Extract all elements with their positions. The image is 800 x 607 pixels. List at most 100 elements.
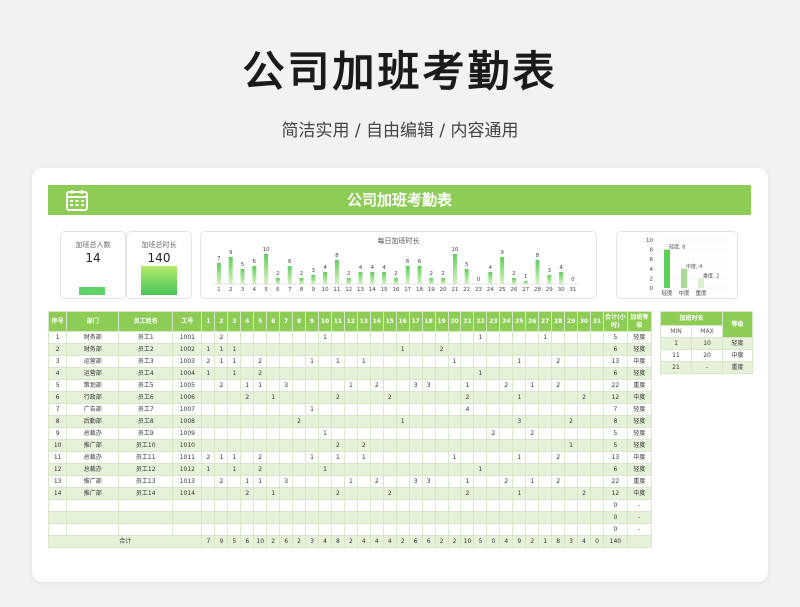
cell-empty[interactable] bbox=[118, 499, 174, 512]
cell-hours[interactable]: 2 bbox=[499, 475, 514, 488]
cell-hours[interactable] bbox=[356, 475, 371, 488]
cell-empty[interactable] bbox=[577, 511, 592, 524]
cell-empty[interactable] bbox=[564, 523, 579, 536]
cell-hours[interactable] bbox=[525, 367, 540, 380]
cell-hours[interactable] bbox=[486, 355, 501, 368]
cell-hours[interactable] bbox=[551, 427, 566, 440]
cell-hours[interactable] bbox=[369, 403, 384, 416]
cell-hours[interactable] bbox=[486, 475, 501, 488]
cell-hours[interactable] bbox=[240, 463, 255, 476]
cell-hours[interactable] bbox=[525, 391, 540, 404]
cell-hours[interactable] bbox=[447, 487, 462, 500]
cell-hours[interactable]: 2 bbox=[369, 379, 384, 392]
cell-hours[interactable]: 2 bbox=[240, 391, 255, 404]
cell-hours[interactable] bbox=[564, 487, 579, 500]
cell-empty[interactable] bbox=[214, 511, 229, 524]
cell-hours[interactable]: 1 bbox=[460, 475, 475, 488]
cell-name[interactable]: 员工14 bbox=[118, 487, 174, 500]
cell-hours[interactable] bbox=[214, 415, 229, 428]
cell-hours[interactable] bbox=[408, 355, 423, 368]
cell-empty[interactable] bbox=[292, 523, 307, 536]
cell-hours[interactable] bbox=[486, 343, 501, 356]
cell-empty[interactable] bbox=[343, 499, 358, 512]
cell-id[interactable]: 1007 bbox=[172, 403, 203, 416]
cell-hours[interactable] bbox=[486, 487, 501, 500]
cell-hours[interactable] bbox=[201, 487, 216, 500]
cell-hours[interactable] bbox=[395, 463, 410, 476]
cell-empty[interactable] bbox=[538, 499, 553, 512]
cell-hours[interactable] bbox=[330, 403, 345, 416]
cell-empty[interactable] bbox=[577, 523, 592, 536]
cell-hours[interactable] bbox=[382, 355, 397, 368]
cell-empty[interactable] bbox=[499, 511, 514, 524]
cell-hours[interactable]: 1 bbox=[227, 451, 242, 464]
cell-empty[interactable] bbox=[408, 499, 423, 512]
cell-hours[interactable] bbox=[279, 343, 294, 356]
cell-hours[interactable] bbox=[551, 331, 566, 344]
cell-name[interactable]: 员工3 bbox=[118, 355, 174, 368]
cell-hours[interactable]: 1 bbox=[512, 451, 527, 464]
cell-dept[interactable]: 推广部 bbox=[66, 439, 120, 452]
cell-hours[interactable] bbox=[421, 439, 436, 452]
cell-hours[interactable] bbox=[343, 427, 358, 440]
cell-hours[interactable] bbox=[460, 427, 475, 440]
cell-dept[interactable]: 行政部 bbox=[66, 391, 120, 404]
cell-empty[interactable] bbox=[460, 511, 475, 524]
cell-hours[interactable] bbox=[266, 355, 281, 368]
cell-hours[interactable] bbox=[292, 343, 307, 356]
cell-hours[interactable] bbox=[330, 427, 345, 440]
cell-hours[interactable] bbox=[564, 427, 579, 440]
cell-hours[interactable] bbox=[512, 343, 527, 356]
cell-empty[interactable] bbox=[47, 511, 68, 524]
cell-hours[interactable] bbox=[525, 439, 540, 452]
cell-hours[interactable]: 1 bbox=[266, 487, 281, 500]
cell-hours[interactable] bbox=[434, 379, 449, 392]
cell-hours[interactable] bbox=[266, 475, 281, 488]
cell-empty[interactable] bbox=[447, 511, 462, 524]
cell-empty[interactable] bbox=[253, 523, 268, 536]
cell-hours[interactable] bbox=[395, 379, 410, 392]
cell-hours[interactable] bbox=[512, 463, 527, 476]
cell-hours[interactable]: 2 bbox=[551, 475, 566, 488]
cell-hours[interactable] bbox=[590, 439, 604, 452]
cell-hours[interactable] bbox=[486, 403, 501, 416]
cell-hours[interactable] bbox=[318, 343, 332, 356]
cell-hours[interactable] bbox=[421, 343, 436, 356]
cell-hours[interactable]: 1 bbox=[538, 331, 553, 344]
cell-hours[interactable] bbox=[266, 343, 281, 356]
cell-dept[interactable]: 总裁办 bbox=[66, 427, 120, 440]
cell-hours[interactable] bbox=[590, 367, 604, 380]
cell-hours[interactable] bbox=[460, 451, 475, 464]
cell-seq[interactable]: 11 bbox=[47, 451, 68, 464]
cell-name[interactable]: 员工9 bbox=[118, 427, 174, 440]
cell-hours[interactable] bbox=[538, 475, 553, 488]
cell-hours[interactable] bbox=[279, 367, 294, 380]
cell-hours[interactable] bbox=[525, 487, 540, 500]
cell-hours[interactable] bbox=[434, 451, 449, 464]
cell-hours[interactable] bbox=[395, 475, 410, 488]
cell-hours[interactable] bbox=[343, 487, 358, 500]
cell-hours[interactable]: 3 bbox=[279, 475, 294, 488]
cell-hours[interactable] bbox=[292, 487, 307, 500]
cell-empty[interactable] bbox=[395, 511, 410, 524]
cell-hours[interactable] bbox=[395, 403, 410, 416]
cell-hours[interactable] bbox=[318, 403, 332, 416]
cell-hours[interactable]: 2 bbox=[382, 391, 397, 404]
cell-hours[interactable] bbox=[538, 415, 553, 428]
cell-id[interactable]: 1004 bbox=[172, 367, 203, 380]
cell-hours[interactable] bbox=[227, 331, 242, 344]
cell-empty[interactable] bbox=[240, 499, 255, 512]
cell-hours[interactable] bbox=[227, 427, 242, 440]
cell-hours[interactable]: 2 bbox=[460, 391, 475, 404]
cell-hours[interactable] bbox=[499, 427, 514, 440]
cell-empty[interactable] bbox=[486, 499, 501, 512]
cell-empty[interactable] bbox=[538, 523, 553, 536]
cell-hours[interactable] bbox=[564, 463, 579, 476]
cell-hours[interactable] bbox=[395, 367, 410, 380]
cell-empty[interactable] bbox=[305, 523, 319, 536]
cell-hours[interactable] bbox=[408, 487, 423, 500]
cell-dept[interactable]: 运营部 bbox=[66, 367, 120, 380]
cell-hours[interactable] bbox=[577, 379, 592, 392]
cell-hours[interactable] bbox=[577, 415, 592, 428]
cell-hours[interactable] bbox=[473, 451, 488, 464]
